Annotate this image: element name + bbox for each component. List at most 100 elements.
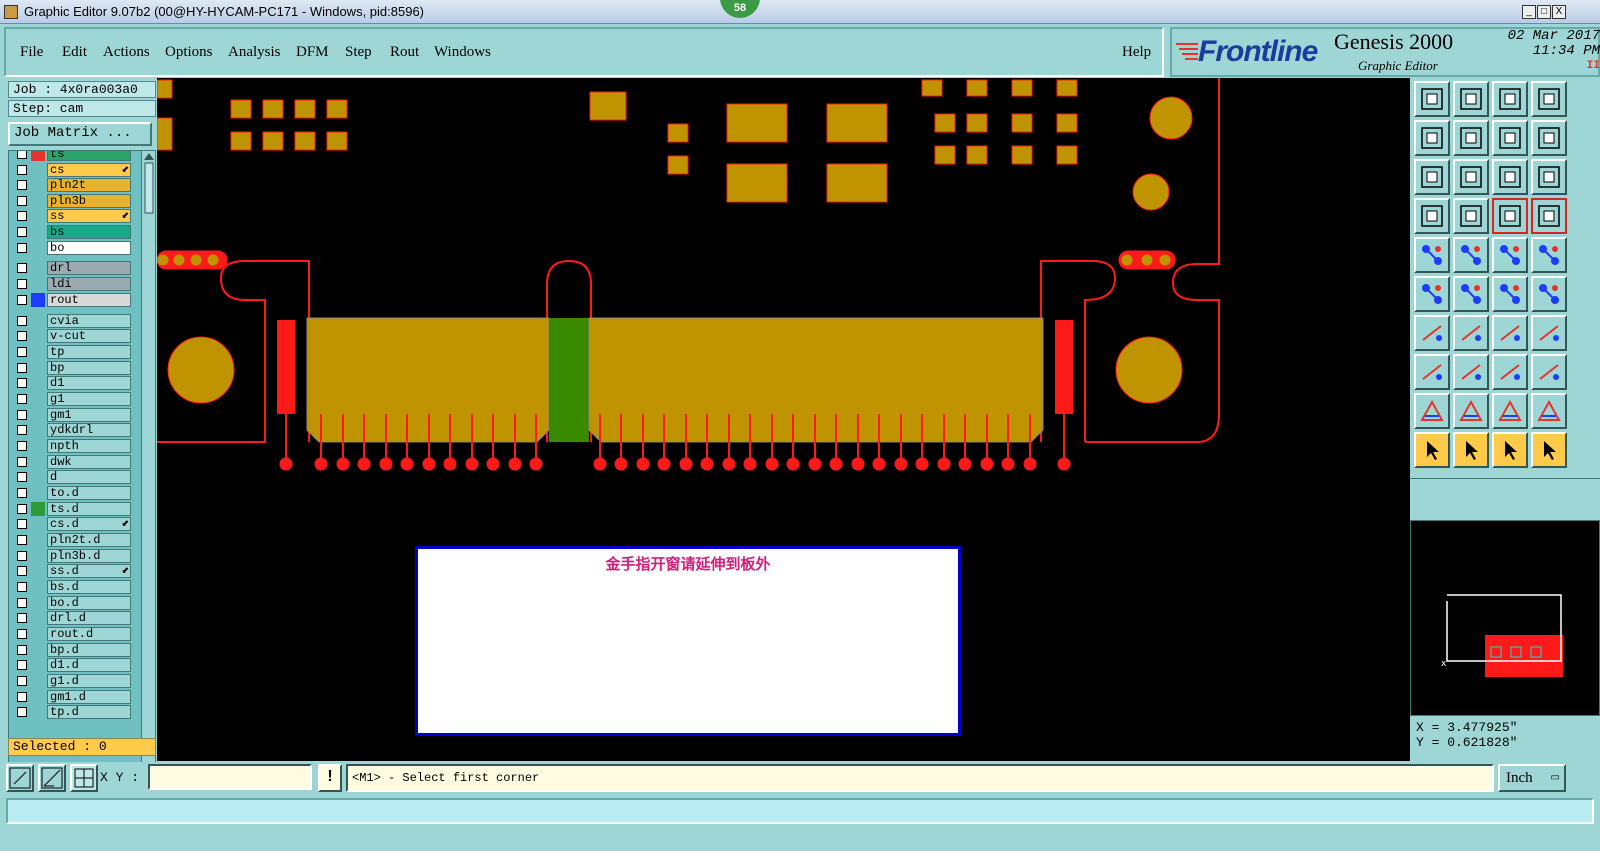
layer-name[interactable]: bp.d (47, 643, 131, 657)
grid-snap-button[interactable] (70, 764, 98, 792)
layer-name[interactable]: bp (47, 361, 131, 375)
select-polygon-button[interactable] (1492, 432, 1528, 468)
layer-row[interactable]: pln3b (11, 194, 131, 209)
layer-name[interactable]: drl.d (47, 611, 131, 625)
layer-row[interactable]: drl (11, 261, 131, 276)
layer-name[interactable]: g1 (47, 392, 131, 406)
layer-checkbox[interactable] (17, 551, 27, 561)
layer-checkbox[interactable] (17, 331, 27, 341)
layer-name[interactable]: pln2t (47, 178, 131, 192)
layer-checkbox[interactable] (17, 363, 27, 373)
select-net-button[interactable] (1531, 432, 1567, 468)
layer-name[interactable]: cvia (47, 314, 131, 328)
layer-checkbox[interactable] (17, 660, 27, 670)
layer-checkbox[interactable] (17, 707, 27, 717)
layer-name[interactable]: pln2t.d (47, 533, 131, 547)
layer-checkbox[interactable] (17, 629, 27, 639)
layer-checkbox[interactable] (17, 243, 27, 253)
layer-row[interactable]: cvia (11, 314, 131, 329)
layer-color-swatch[interactable] (31, 502, 45, 516)
layer-name[interactable]: cs (47, 163, 131, 177)
layer-color-swatch[interactable] (31, 643, 45, 657)
copy-shape-button[interactable] (1531, 354, 1567, 390)
layer-checkbox[interactable] (17, 410, 27, 420)
add-line-red-button[interactable] (1492, 276, 1528, 312)
pad-dot-button[interactable] (1531, 237, 1567, 273)
layer-name[interactable]: bs.d (47, 580, 131, 594)
layer-checkbox[interactable] (17, 535, 27, 545)
layer-name[interactable]: ldi (47, 277, 131, 291)
notification-badge[interactable]: 58 (720, 0, 760, 18)
layer-row[interactable]: to.d (11, 486, 131, 501)
layer-checkbox[interactable] (17, 582, 27, 592)
menu-actions[interactable]: Actions (103, 44, 150, 61)
layer-name[interactable]: ts (47, 151, 131, 161)
menu-file[interactable]: File (20, 44, 43, 61)
job-matrix-button[interactable]: Job Matrix ... (8, 122, 152, 146)
menu-step[interactable]: Step (345, 44, 372, 61)
layer-name[interactable]: g1.d (47, 674, 131, 688)
restore-button[interactable]: □ (1537, 5, 1551, 19)
layer-red-b-button[interactable] (1531, 198, 1567, 234)
layer-row[interactable]: cs ⬋ (11, 163, 131, 178)
layer-row[interactable]: gm1 (11, 408, 131, 423)
delete-node-button[interactable] (1453, 276, 1489, 312)
layer-color-swatch[interactable] (31, 549, 45, 563)
select-box-button[interactable] (1453, 432, 1489, 468)
undo-arc-button[interactable] (1492, 315, 1528, 351)
scale-1-2-button[interactable] (1492, 159, 1528, 195)
layer-name[interactable]: drl (47, 261, 131, 275)
layer-color-swatch[interactable] (31, 627, 45, 641)
layer-row[interactable]: bs (11, 225, 131, 240)
menu-windows[interactable]: Windows (434, 44, 491, 61)
layer-color-swatch[interactable] (31, 423, 45, 437)
xy-input[interactable] (148, 764, 312, 790)
ruler-button[interactable] (1492, 237, 1528, 273)
layer-color-swatch[interactable] (31, 314, 45, 328)
layer-color-swatch[interactable] (31, 163, 45, 177)
layer-name[interactable]: v-cut (47, 329, 131, 343)
layer-color-swatch[interactable] (31, 277, 45, 291)
layer-checkbox[interactable] (17, 519, 27, 529)
move-node-button[interactable] (1414, 354, 1450, 390)
layer-color-swatch[interactable] (31, 209, 45, 223)
add-line-angle-button[interactable] (1414, 315, 1450, 351)
layer-checkbox[interactable] (17, 211, 27, 221)
draw-line-button[interactable] (1453, 315, 1489, 351)
draw-config-button[interactable] (1414, 198, 1450, 234)
layer-name[interactable]: bo (47, 241, 131, 255)
layer-color-swatch[interactable] (31, 674, 45, 688)
layer-name[interactable]: ss (47, 209, 131, 223)
home-view-button[interactable] (1492, 81, 1528, 117)
layer-row[interactable]: ss ⬋ (11, 209, 131, 224)
layer-checkbox[interactable] (17, 227, 27, 237)
layer-row[interactable]: tp.d (11, 705, 131, 720)
layer-row[interactable]: ts (11, 151, 131, 162)
center-button[interactable] (1453, 159, 1489, 195)
board-view-button[interactable] (1414, 237, 1450, 273)
layer-row[interactable]: bp (11, 361, 131, 376)
layer-row[interactable]: d (11, 470, 131, 485)
layer-row[interactable]: d1 (11, 376, 131, 391)
layer-checkbox[interactable] (17, 295, 27, 305)
layer-row[interactable]: bo.d (11, 596, 131, 611)
layer-name[interactable]: pln3b.d (47, 549, 131, 563)
layer-row[interactable]: pln2t (11, 178, 131, 193)
zoom-area-button[interactable] (6, 764, 34, 792)
connect-nodes-button[interactable] (1414, 276, 1450, 312)
layer-color-swatch[interactable] (31, 470, 45, 484)
layer-color-swatch[interactable] (31, 580, 45, 594)
layer-checkbox[interactable] (17, 504, 27, 514)
snap-button[interactable] (1531, 120, 1567, 156)
layer-name[interactable]: rout (47, 293, 131, 307)
layer-color-swatch[interactable] (31, 293, 45, 307)
layer-color-swatch[interactable] (31, 376, 45, 390)
layer-row[interactable]: rout (11, 293, 131, 308)
overview-map[interactable]: x (1410, 520, 1600, 716)
triangle-c-button[interactable] (1492, 393, 1528, 429)
layer-name[interactable]: d1 (47, 376, 131, 390)
layer-name[interactable]: tp (47, 345, 131, 359)
layer-row[interactable]: tp (11, 345, 131, 360)
layer-checkbox[interactable] (17, 165, 27, 175)
layer-row[interactable]: g1 (11, 392, 131, 407)
